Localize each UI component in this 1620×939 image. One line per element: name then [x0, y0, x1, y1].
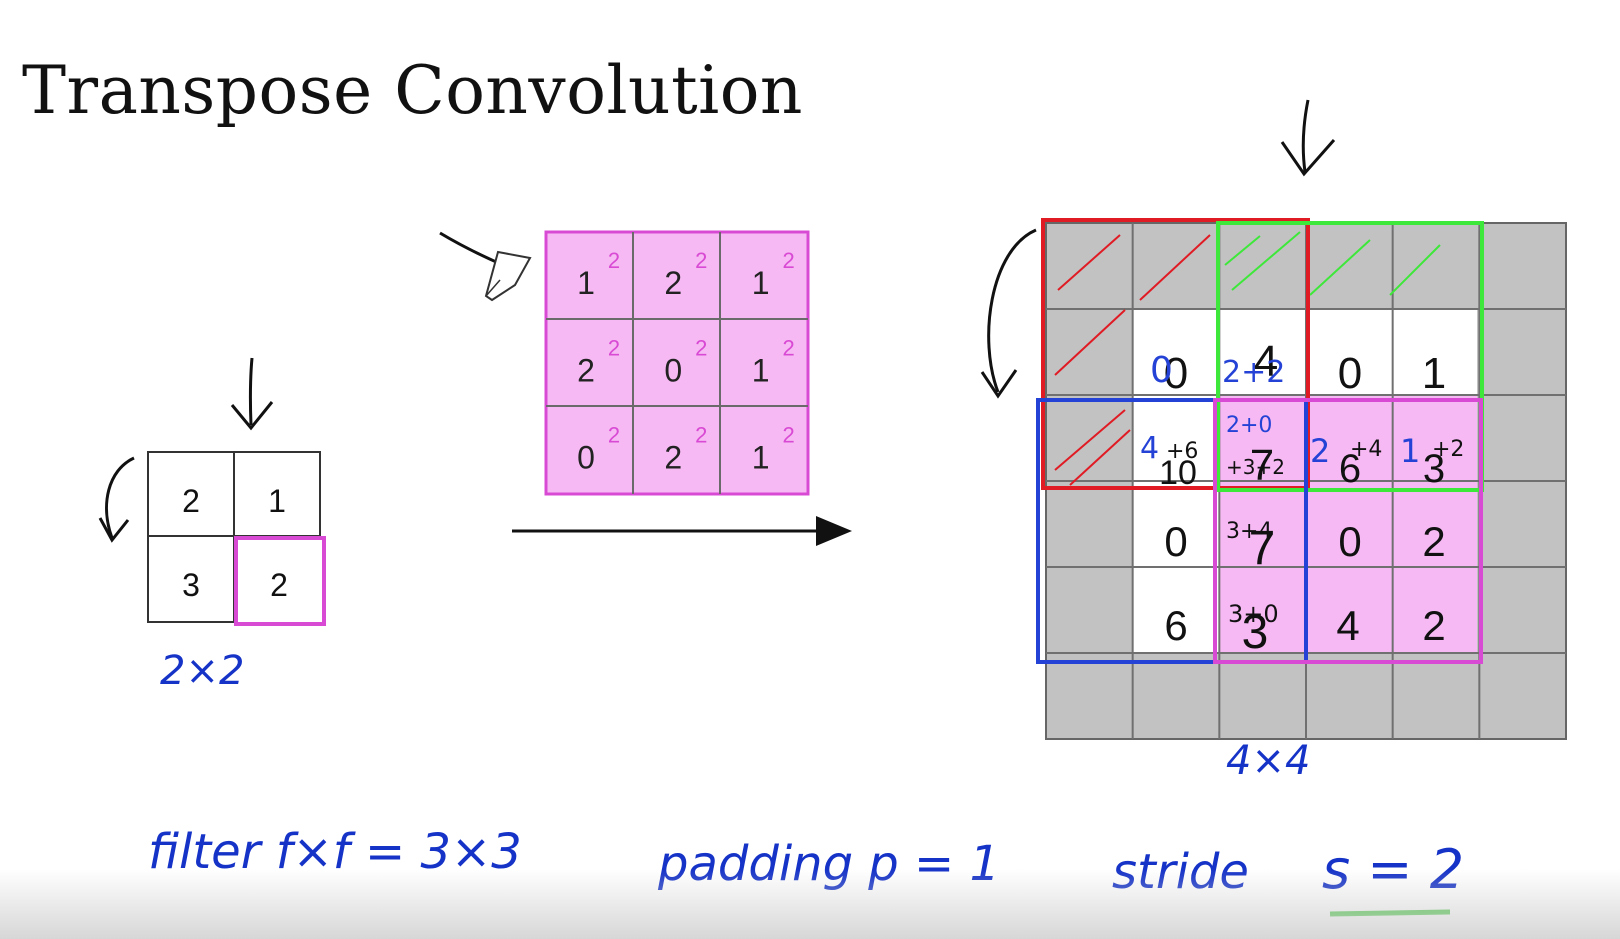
- output-value-3-3: 2: [1422, 602, 1445, 649]
- output-down-arrow-icon: [1301, 99, 1310, 173]
- output-value-3-0: 6: [1164, 602, 1187, 649]
- bottom-fade: [0, 869, 1620, 939]
- filter-value-1-2: 1: [752, 352, 770, 388]
- filter-scaled-value-1-0: 2: [608, 335, 620, 360]
- filter-value-2-1: 2: [664, 440, 682, 476]
- input-curved-arrow-icon: [105, 456, 135, 539]
- filter-value-1-1: 0: [664, 352, 682, 388]
- output-value-2-3: 2: [1422, 518, 1445, 565]
- filter-scaled-value-0-1: 2: [695, 248, 707, 273]
- filter-value-2-2: 1: [752, 440, 770, 476]
- annot-r1c2-b: +4: [1350, 437, 1382, 462]
- filter-matrix: 122212220212022212: [544, 230, 810, 496]
- diagram-canvas: 2 1 3 2 2×2 122212220212022212 0 4 0 1 1…: [98, 99, 1567, 917]
- filter-scaled-value-2-2: 2: [782, 423, 794, 448]
- annot-r1c3-b: +2: [1432, 437, 1464, 462]
- annot-r0c1: 2+2: [1222, 355, 1285, 390]
- input-value-0-0: 2: [182, 483, 200, 519]
- filter-scaled-value-1-2: 2: [782, 335, 794, 360]
- filter-value-0-2: 1: [752, 265, 770, 301]
- output-value-0-3: 1: [1422, 349, 1446, 398]
- filter-scaled-value-0-2: 2: [782, 248, 794, 273]
- annot-r2c1: 3+4: [1226, 519, 1272, 544]
- input-value-1-1: 2: [270, 567, 288, 603]
- output-size-label: 4×4: [1226, 738, 1310, 784]
- annot-r1c0-b: +6: [1166, 439, 1198, 464]
- filter-scaled-value-1-1: 2: [695, 335, 707, 360]
- annot-r1c2-a: 2: [1310, 432, 1330, 470]
- output-curved-arrow-icon: [987, 228, 1037, 393]
- input-value-0-1: 1: [268, 483, 286, 519]
- annot-r1c0-a: 4: [1140, 431, 1159, 466]
- input-size-label: 2×2: [160, 648, 244, 694]
- input-matrix: 2 1 3 2: [147, 451, 326, 626]
- pencil-cursor-icon: [439, 231, 532, 302]
- annot-r1c3-a: 1: [1400, 432, 1420, 470]
- filter-value-0-0: 1: [577, 265, 595, 301]
- annot-r3c1: 3+0: [1228, 600, 1279, 628]
- filter-scaled-value-2-1: 2: [695, 423, 707, 448]
- filter-value-2-0: 0: [577, 440, 595, 476]
- annot-r1c1-a: 2+0: [1226, 413, 1272, 438]
- annot-r0c0: 0: [1150, 350, 1173, 391]
- annot-r1c1-b: +3+2: [1226, 455, 1285, 479]
- output-value-0-2: 0: [1338, 349, 1362, 398]
- filter-scaled-value-2-0: 2: [608, 423, 620, 448]
- input-down-arrow-icon: [248, 357, 254, 426]
- filter-value-1-0: 2: [577, 352, 595, 388]
- input-value-1-0: 3: [182, 567, 200, 603]
- output-value-2-0: 0: [1164, 518, 1187, 565]
- output-value-3-2: 4: [1336, 602, 1359, 649]
- output-value-2-2: 0: [1338, 518, 1361, 565]
- filter-scaled-value-0-0: 2: [608, 248, 620, 273]
- filter-value-0-1: 2: [664, 265, 682, 301]
